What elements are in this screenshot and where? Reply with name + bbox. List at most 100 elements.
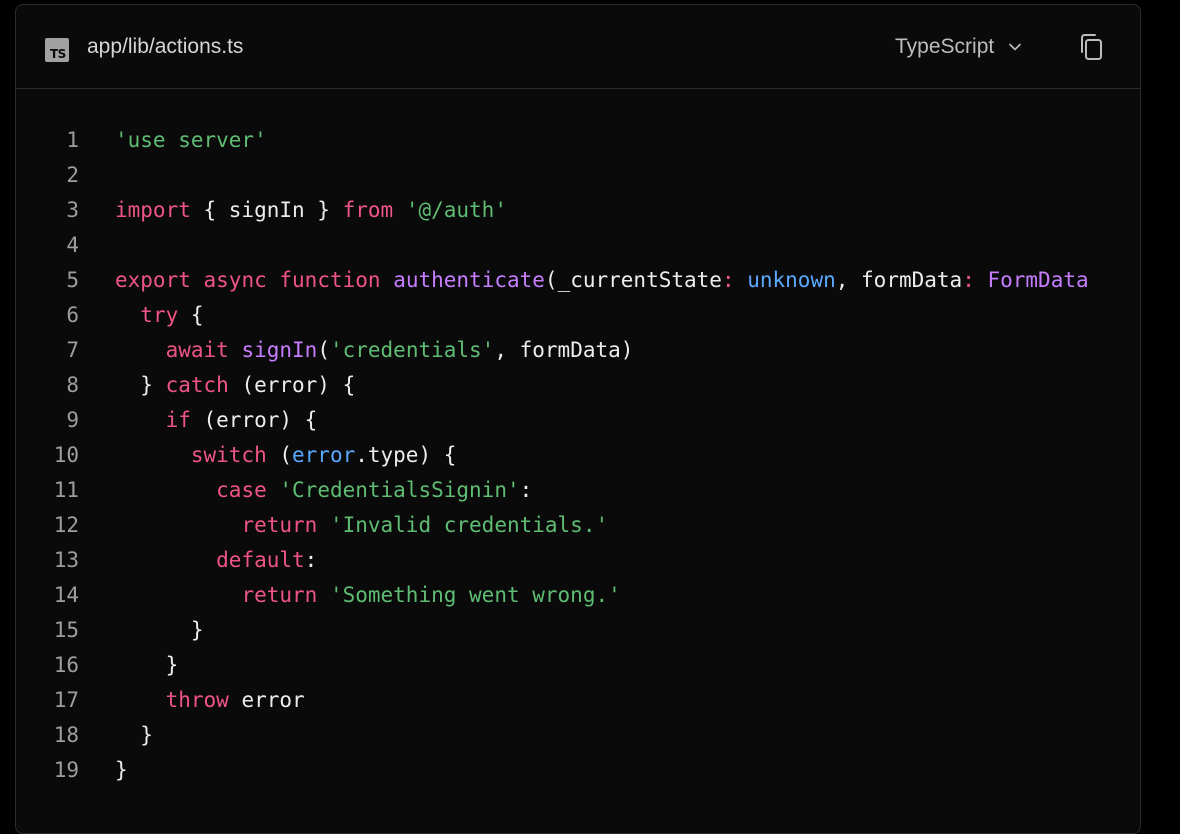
code-area[interactable]: 1 'use server' 2 3 import { signIn } from '@…: [16, 123, 1140, 788]
code-token: from: [342, 198, 394, 222]
line-code: return 'Something went wrong.': [115, 578, 621, 613]
line-number: 19: [53, 758, 79, 782]
line-number: 2: [66, 163, 79, 187]
language-select[interactable]: TypeScript: [895, 31, 1024, 63]
code-token: (error) {: [190, 408, 318, 432]
line-code: export async function authenticate(_curr…: [115, 263, 1089, 298]
code-line: 14 return 'Something went wrong.': [16, 578, 1140, 613]
code-token: }: [115, 653, 179, 677]
line-code: }: [115, 648, 179, 683]
code-token: import: [115, 198, 191, 222]
code-line: 8 } catch (error) {: [16, 368, 1140, 403]
code-token: }: [115, 618, 204, 642]
code-token: :: [304, 548, 318, 572]
line-number: 9: [66, 408, 79, 432]
typescript-file-icon: TS: [45, 38, 69, 62]
code-line: 15 }: [16, 613, 1140, 648]
line-code: import { signIn } from '@/auth': [115, 193, 507, 228]
line-code: } catch (error) {: [115, 368, 355, 403]
line-code: 'use server': [115, 123, 267, 158]
code-line: 18 }: [16, 718, 1140, 753]
code-token: }: [115, 758, 128, 782]
line-code: return 'Invalid credentials.': [115, 508, 608, 543]
code-token: throw: [165, 688, 229, 712]
code-line: 13 default:: [16, 543, 1140, 578]
code-token: 'CredentialsSignin': [279, 478, 520, 502]
code-token: default: [216, 548, 305, 572]
code-token: error: [228, 688, 305, 712]
line-number: 17: [53, 688, 79, 712]
code-token: if: [165, 408, 191, 432]
code-token: 'credentials': [329, 338, 495, 362]
line-number: 1: [66, 128, 79, 152]
line-code: if (error) {: [115, 403, 318, 438]
line-number: 8: [66, 373, 79, 397]
code-token: 'Invalid credentials.': [329, 513, 609, 537]
code-line: 6 try {: [16, 298, 1140, 333]
code-token: 'Something went wrong.': [329, 583, 621, 607]
code-token: export: [115, 268, 191, 292]
code-token: '@/auth': [405, 198, 507, 222]
code-token: case: [216, 478, 267, 502]
code-token: :: [962, 268, 988, 292]
code-token: 'use server': [115, 128, 267, 152]
code-line: 9 if (error) {: [16, 403, 1140, 438]
code-token: , formData): [494, 338, 634, 362]
code-token: async: [203, 268, 267, 292]
line-number: 7: [66, 338, 79, 362]
code-token: catch: [165, 373, 229, 397]
code-line: 4: [16, 228, 1140, 263]
chevron-down-icon: [1009, 43, 1022, 51]
file-name: app/lib/actions.ts: [87, 35, 244, 58]
code-block-header: TS app/lib/actions.ts TypeScript: [16, 5, 1140, 89]
code-token: FormData: [987, 268, 1089, 292]
line-number: 16: [53, 653, 79, 677]
code-token: }: [115, 723, 153, 747]
copy-icon[interactable]: [1076, 31, 1108, 63]
code-token: }: [115, 373, 166, 397]
code-token: error: [292, 443, 356, 467]
code-token: , formData: [835, 268, 963, 292]
code-token: (error) {: [228, 373, 356, 397]
line-number: 6: [66, 303, 79, 327]
code-token: await: [165, 338, 229, 362]
line-number: 14: [53, 583, 79, 607]
code-token: :: [721, 268, 748, 292]
code-token: (_currentState: [544, 268, 722, 292]
code-line: 16 }: [16, 648, 1140, 683]
code-block: TS app/lib/actions.ts TypeScript 1 'use s…: [15, 4, 1141, 834]
code-token: switch: [190, 443, 267, 467]
line-number: 13: [53, 548, 79, 572]
line-code: await signIn('credentials', formData): [115, 333, 634, 368]
line-number: 18: [53, 723, 79, 747]
code-token: function: [279, 268, 381, 292]
code-line: 11 case 'CredentialsSignin':: [16, 473, 1140, 508]
code-line: 10 switch (error.type) {: [16, 438, 1140, 473]
code-line: 12 return 'Invalid credentials.': [16, 508, 1140, 543]
code-line: 1 'use server': [16, 123, 1140, 158]
code-token: authenticate: [393, 268, 545, 292]
line-number: 12: [53, 513, 79, 537]
code-token: try: [140, 303, 179, 327]
code-token: (: [317, 338, 330, 362]
line-code: }: [115, 613, 204, 648]
line-number: 3: [66, 198, 79, 222]
language-label: TypeScript: [895, 35, 995, 58]
line-number: 4: [66, 233, 79, 257]
line-code: }: [115, 753, 128, 788]
